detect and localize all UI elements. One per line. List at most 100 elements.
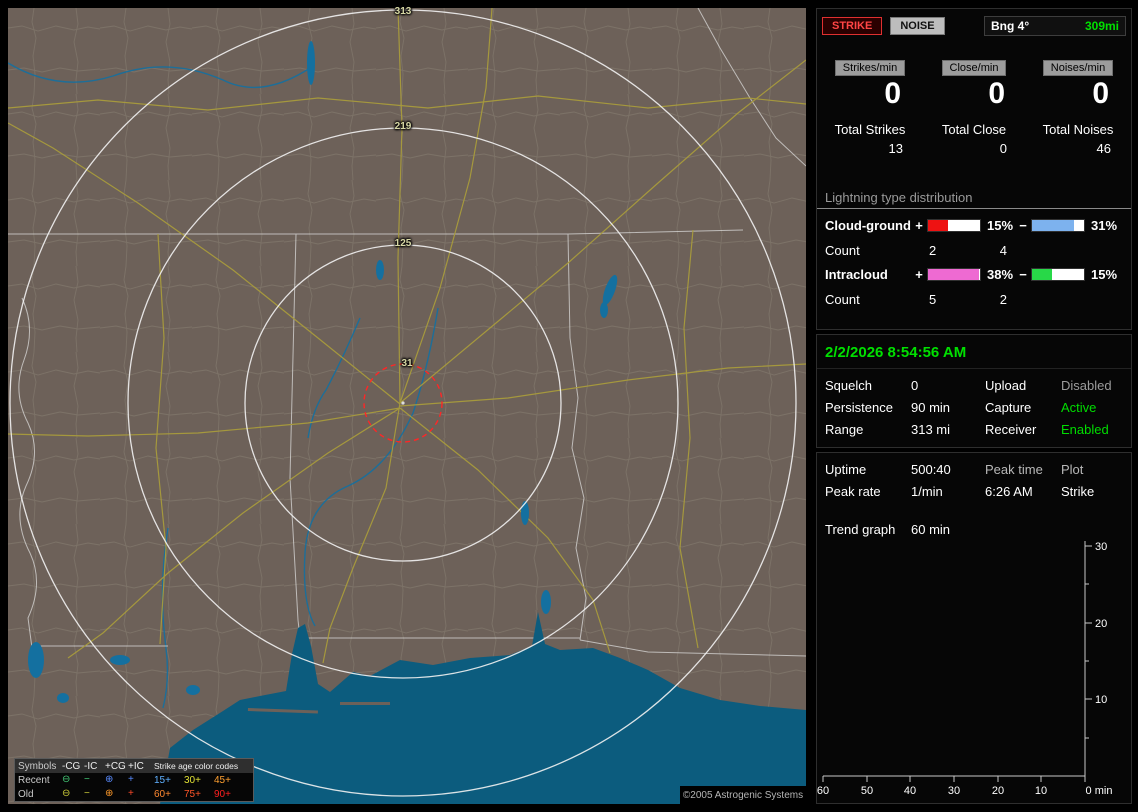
age-30: 30+: [184, 774, 201, 786]
legend-old-row: Old ⊖ − ⊕ + 60+ 75+ 90+: [15, 787, 253, 801]
cg-plus-percent: 15%: [987, 218, 1014, 233]
cloud-ground-label: Cloud-ground: [825, 218, 911, 233]
ic-plus-bar: [927, 268, 981, 281]
total-noises-label: Total Noises: [1042, 122, 1114, 137]
upload-label: Upload: [985, 378, 1027, 393]
x-tick-50: 50: [861, 785, 873, 797]
ring-label-313: 313: [394, 6, 412, 17]
peak-rate-label: Peak rate: [825, 484, 881, 499]
total-strikes-value: 13: [888, 141, 903, 156]
persistence-label: Persistence: [825, 400, 893, 415]
peak-rate-value: 1/min: [911, 484, 943, 499]
ring-label-125: 125: [394, 238, 412, 249]
x-tick-30: 30: [948, 785, 960, 797]
receiver-location-dot: [401, 401, 405, 405]
status-panel: 2/2/2026 8:54:56 AM Squelch 0 Upload Dis…: [816, 334, 1132, 448]
intracloud-row: Intracloud + 38% − 15%: [817, 267, 1131, 282]
age-75: 75+: [184, 788, 201, 800]
close-per-min-button[interactable]: Close/min: [941, 60, 1007, 76]
close-per-min-value: 0: [988, 77, 1005, 110]
mode-buttons-row: STRIKE NOISE Bng 4° 309mi: [817, 9, 1131, 36]
cg-minus-percent: 31%: [1091, 218, 1118, 233]
legend-col-pos-cg: +CG: [105, 760, 126, 772]
persistence-value: 90 min: [911, 400, 951, 415]
strikes-per-min-value: 0: [884, 77, 901, 110]
cloud-ground-row: Cloud-ground + 15% − 31%: [817, 218, 1131, 233]
x-tick-40: 40: [904, 785, 916, 797]
old-neg-ic-icon: −: [84, 788, 90, 799]
age-15: 15+: [154, 774, 171, 786]
uptime-label: Uptime: [825, 462, 867, 477]
bearing-distance: 309mi: [1084, 19, 1119, 33]
ic-plus-percent: 38%: [987, 267, 1014, 282]
status-grid: Squelch 0 Upload Disabled Persistence 90…: [817, 369, 1131, 437]
cloud-ground-count-row: Count 2 4: [817, 243, 1131, 258]
copyright-text: ©2005 Astrogenic Systems: [680, 786, 806, 804]
cg-minus-bar: [1031, 219, 1085, 232]
intracloud-count-row: Count 5 2: [817, 292, 1131, 307]
plot-label: Plot: [1061, 462, 1084, 477]
x-tick-0-min: 0 min: [1086, 785, 1113, 797]
squelch-label: Squelch: [825, 378, 872, 393]
legend-col-pos-ic: +IC: [128, 760, 144, 772]
legend-age-header: Strike age color codes: [154, 761, 239, 771]
total-strikes-label: Total Strikes: [834, 122, 906, 137]
app-window: { "map": { "rings": ["313", "219", "125"…: [0, 0, 1138, 812]
strikes-per-min-button[interactable]: Strikes/min: [834, 60, 906, 76]
noises-per-min-button[interactable]: Noises/min: [1042, 60, 1114, 76]
lightning-map[interactable]: 313 219 125 31 Symbols -CG -IC +CG +IC S…: [8, 6, 806, 804]
legend-header-row: Symbols -CG -IC +CG +IC Strike age color…: [15, 759, 253, 773]
rate-badges-row: Strikes/min Close/min Noises/min: [817, 36, 1131, 76]
legend-old-label: Old: [18, 788, 34, 800]
cg-count-label: Count: [825, 243, 860, 258]
plot-value: Strike: [1061, 484, 1095, 499]
strike-mode-button[interactable]: STRIKE: [822, 17, 883, 35]
minus-sign: −: [1019, 267, 1027, 282]
recent-pos-cg-icon: ⊕: [105, 774, 114, 785]
age-60: 60+: [154, 788, 171, 800]
intracloud-label: Intracloud: [825, 267, 888, 282]
range-value: 313 mi: [911, 422, 951, 437]
capture-status: Active: [1061, 400, 1097, 415]
upload-status: Disabled: [1061, 378, 1112, 393]
noise-mode-button[interactable]: NOISE: [890, 17, 945, 35]
noises-per-min-value: 0: [1092, 77, 1109, 110]
ic-minus-count: 2: [999, 292, 1007, 307]
ic-minus-percent: 15%: [1091, 267, 1118, 282]
total-close-value: 0: [999, 141, 1007, 156]
ring-label-31: 31: [401, 358, 413, 369]
cg-plus-bar: [927, 219, 981, 232]
squelch-value: 0: [911, 378, 919, 393]
recent-neg-ic-icon: −: [84, 774, 90, 785]
y-tick-10: 10: [1095, 694, 1107, 706]
x-tick-60: 60: [817, 785, 829, 797]
peak-time-label: Peak time: [985, 462, 1043, 477]
legend-recent-row: Recent ⊖ − ⊕ + 15+ 30+ 45+: [15, 773, 253, 787]
bearing-display: Bng 4° 309mi: [984, 16, 1126, 36]
minus-sign: −: [1019, 218, 1027, 233]
rate-values-row: 0 0 0: [817, 76, 1131, 110]
ic-minus-bar: [1031, 268, 1085, 281]
total-close-label: Total Close: [941, 122, 1007, 137]
old-pos-ic-icon: +: [128, 788, 134, 799]
cg-minus-count: 4: [999, 243, 1007, 258]
trend-panel: Uptime 500:40 Peak time Plot Peak rate 1…: [816, 452, 1132, 804]
capture-label: Capture: [985, 400, 1032, 415]
trend-graph-chart: 30 20 10 60 50 40 30 20 10 0 min: [817, 541, 1113, 797]
recent-pos-ic-icon: +: [128, 774, 134, 785]
legend-symbols-header: Symbols: [18, 760, 57, 772]
legend-recent-label: Recent: [18, 774, 50, 786]
cg-plus-count: 2: [929, 243, 937, 258]
recent-neg-cg-icon: ⊖: [62, 774, 71, 785]
total-noises-value: 46: [1096, 141, 1111, 156]
legend-col-neg-ic: -IC: [84, 760, 98, 772]
totals-values-row: 13 0 46: [817, 137, 1131, 156]
y-tick-30: 30: [1095, 541, 1107, 553]
old-pos-cg-icon: ⊕: [105, 788, 114, 799]
plus-sign: +: [915, 267, 923, 282]
range-label: Range: [825, 422, 864, 437]
stats-grid: Uptime 500:40 Peak time Plot Peak rate 1…: [817, 453, 1131, 499]
datetime-display: 2/2/2026 8:54:56 AM: [817, 335, 1131, 369]
distribution-divider: [817, 208, 1131, 209]
plus-sign: +: [915, 218, 923, 233]
